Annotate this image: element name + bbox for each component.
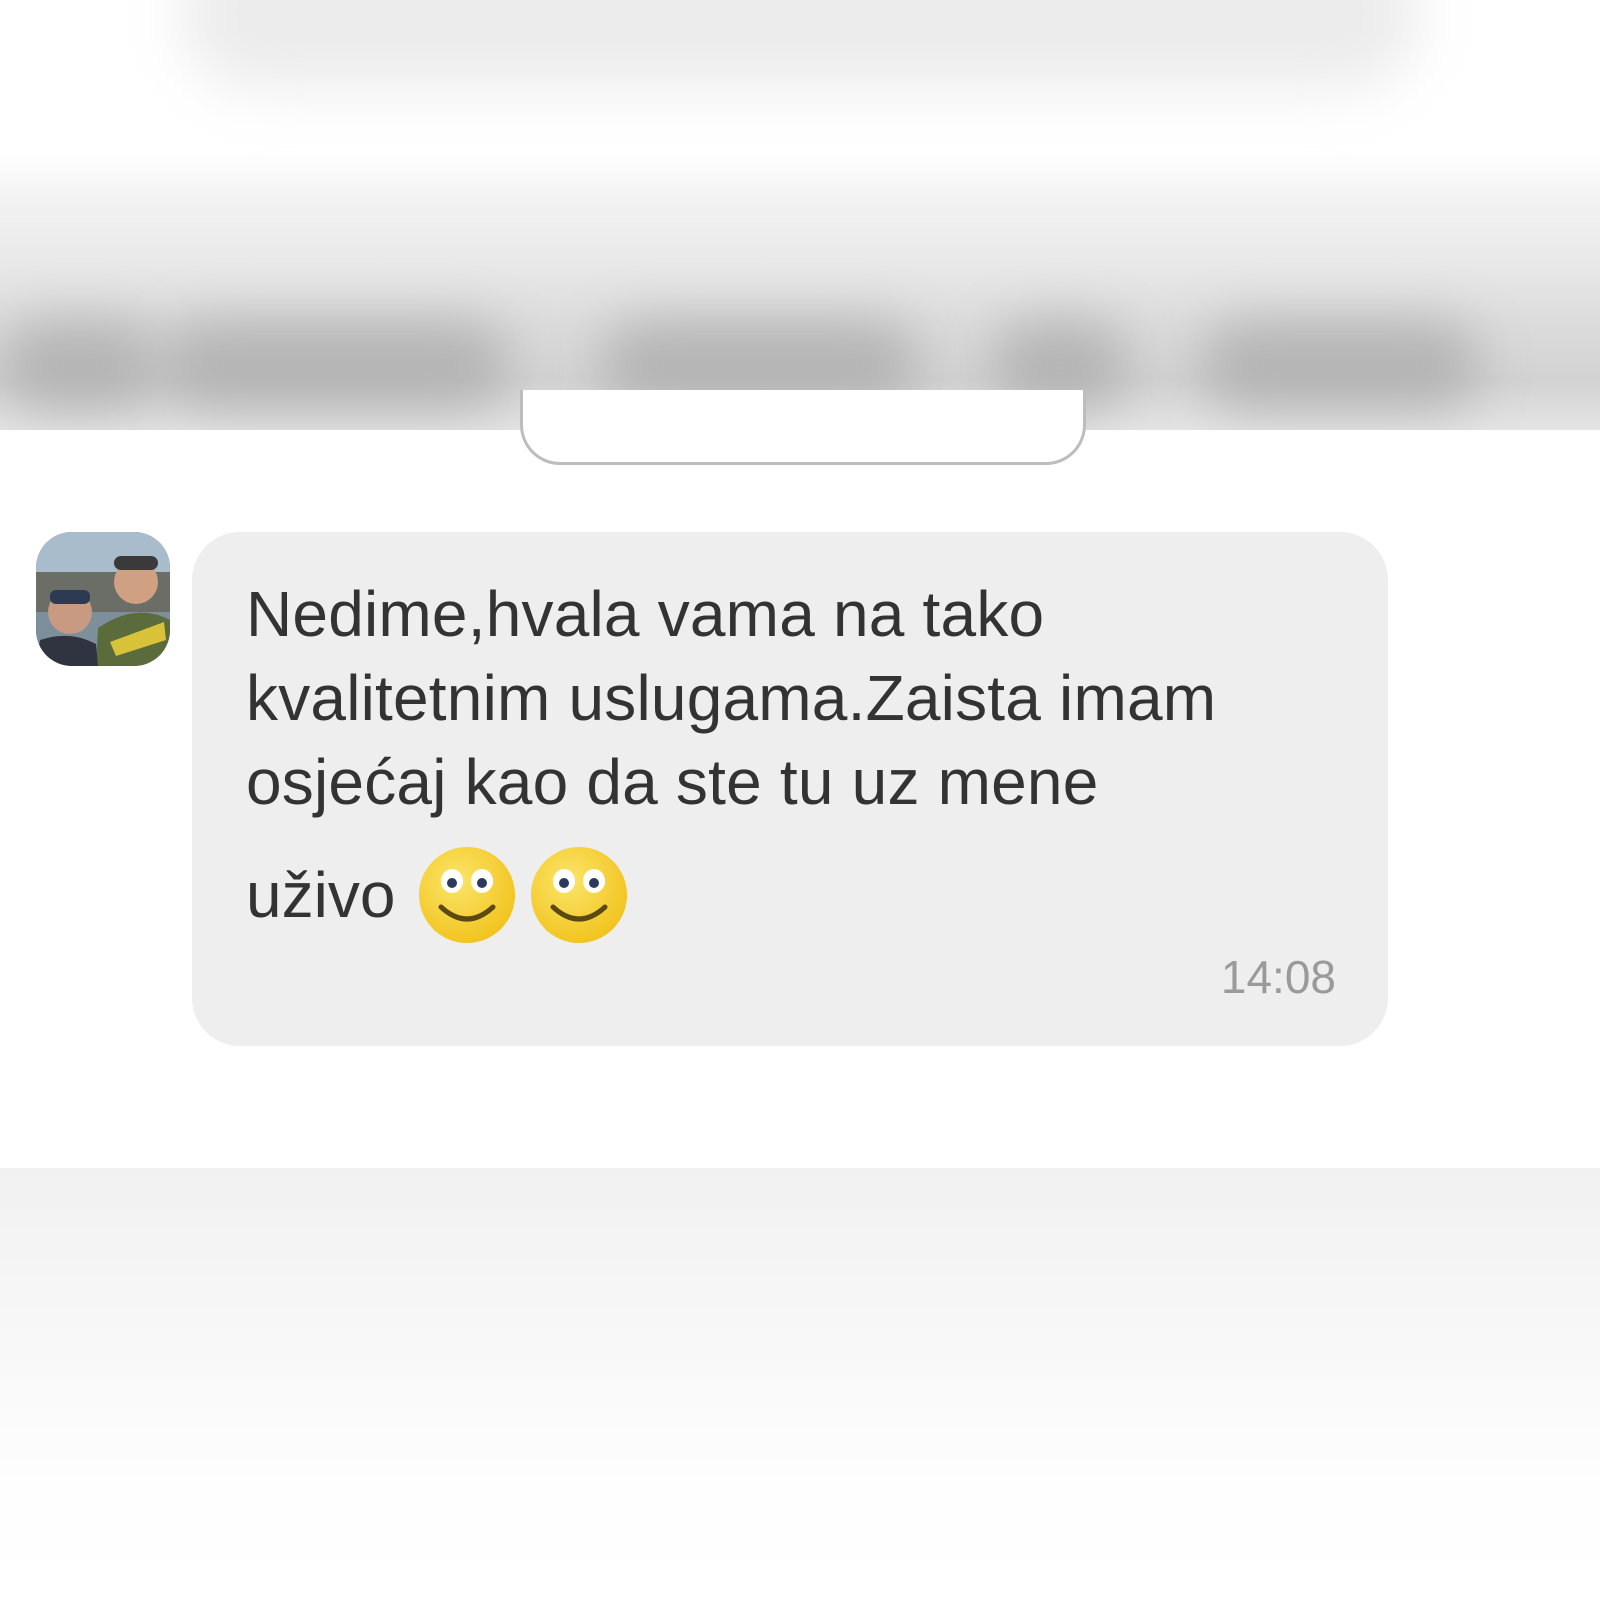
user-photo-avatar-icon [36, 532, 170, 666]
date-separator-chip [520, 390, 1086, 465]
smiley-emoji-icon [419, 847, 516, 943]
smiley-emoji-icon [531, 847, 628, 943]
message-line: Nedime,hvala vama na tako [246, 578, 1045, 650]
blurred-smudge [1200, 320, 1480, 410]
message-last-word: uživo [246, 859, 396, 931]
blurred-header [0, 0, 1600, 430]
message-line: kvalitetnim uslugama.Zaista imam [246, 662, 1217, 734]
blurred-smudge [160, 320, 510, 410]
message-timestamp: 14:08 [1220, 951, 1336, 1003]
avatar[interactable] [36, 532, 170, 666]
bottom-area [0, 1168, 1600, 1600]
blurred-header-halo [180, 0, 1420, 90]
message-line: osjećaj kao da ste tu uz mene [246, 746, 1099, 818]
message-last-line: uživo [246, 840, 641, 950]
blurred-smudge [0, 320, 160, 410]
message-text: Nedime,hvala vama na tako kvalitetnim us… [246, 572, 1346, 824]
